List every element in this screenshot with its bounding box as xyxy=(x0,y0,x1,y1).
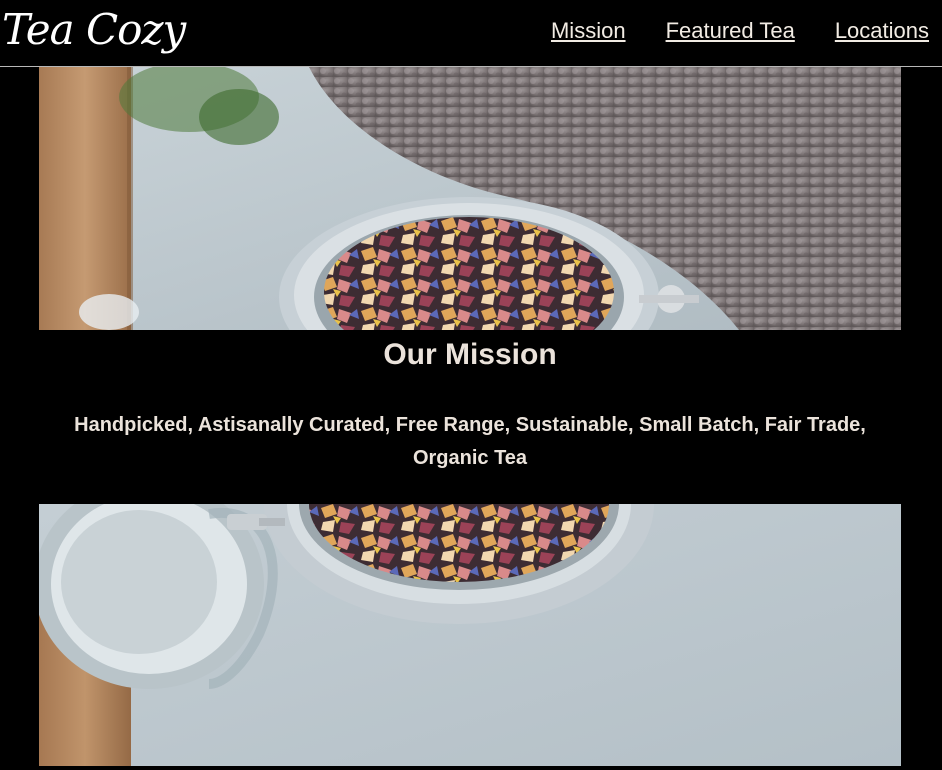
mission-title: Our Mission xyxy=(383,338,557,371)
nav-link-locations[interactable]: Locations xyxy=(835,17,929,45)
mission-section: Our Mission Handpicked, Astisanally Cura… xyxy=(39,330,901,504)
mission-description: Handpicked, Astisanally Curated, Free Ra… xyxy=(74,414,866,469)
hero-image-bottom xyxy=(39,504,901,766)
page: Tea Cozy Mission Featured Tea Locations xyxy=(0,0,942,770)
tea-jar-photo-bottom xyxy=(39,504,901,766)
nav-link-featured-tea[interactable]: Featured Tea xyxy=(666,17,795,45)
site-logo[interactable]: Tea Cozy xyxy=(2,4,186,56)
nav-link-mission[interactable]: Mission xyxy=(551,17,626,45)
main-nav: Mission Featured Tea Locations xyxy=(551,17,929,45)
tea-jar-photo-top xyxy=(39,67,901,330)
hero-image-top xyxy=(39,67,901,330)
site-header: Tea Cozy Mission Featured Tea Locations xyxy=(0,0,942,67)
